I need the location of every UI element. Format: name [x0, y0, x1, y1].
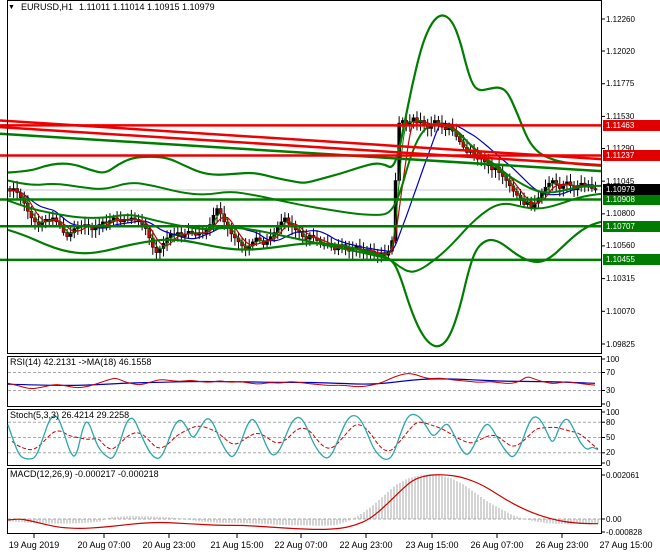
trading-chart-window: ▼ EURUSD,H1 1.11011 1.11014 1.10915 1.10… [0, 0, 660, 560]
time-tick-label: 20 Aug 07:00 [77, 540, 131, 550]
macd-panel-label: MACD(12,26,9) -0.000217 -0.000218 [10, 469, 159, 479]
time-tick-label: 26 Aug 07:00 [470, 540, 524, 550]
price-axis[interactable]: 1.12260 1.12020 1.11775 1.11530 1.11290 1.110… [602, 0, 660, 560]
macd-scale-label: 0.002061 [606, 470, 640, 480]
support-price-badge: 1.10455 [603, 254, 660, 266]
panel-borders [7, 0, 602, 534]
price-tick-label: 1.12260 [606, 14, 635, 24]
axis-ticks [33, 18, 605, 538]
macd-scale-label: 0.00 [606, 514, 622, 524]
time-tick-label: 26 Aug 23:00 [535, 540, 589, 550]
price-tick-label: 1.11775 [606, 79, 635, 89]
time-tick-label: 22 Aug 23:00 [339, 540, 393, 550]
stoch-scale-label: 50 [606, 433, 615, 442]
time-tick-label: 22 Aug 07:00 [274, 540, 328, 550]
price-tick-label: 1.10070 [606, 306, 635, 316]
macd-layer [7, 474, 601, 531]
stoch-scale-label: 80 [606, 417, 615, 427]
time-tick-label: 23 Aug 15:00 [405, 540, 459, 550]
bollinger-bands-layer [7, 14, 602, 348]
stoch-scale-label: 100 [606, 407, 620, 417]
time-axis[interactable]: 19 Aug 2019 20 Aug 07:00 20 Aug 23:00 21 Au… [0, 534, 660, 560]
price-tick-label: 1.12020 [606, 46, 635, 56]
current-price-badge: 1.10979 [603, 184, 660, 196]
resistance-price-badge: 1.11463 [603, 119, 660, 131]
rsi-scale-label: 70 [606, 368, 615, 377]
chart-marker-icon: ▼ [8, 3, 15, 11]
chart-title: ▼ EURUSD,H1 1.11011 1.11014 1.10915 1.10… [8, 2, 215, 12]
stoch-scale-label: 0 [606, 458, 611, 468]
stoch-scale-label: 20 [606, 448, 615, 458]
time-tick-label: 20 Aug 23:00 [142, 540, 196, 550]
rsi-panel-label: RSI(14) 42.2131 ->MA(18) 46.1558 [10, 357, 152, 367]
time-tick-label: 21 Aug 15:00 [210, 540, 264, 550]
support-price-badge: 1.10908 [603, 193, 660, 205]
rsi-scale-label: 100 [606, 354, 620, 364]
stoch-panel-label: Stoch(5,3,3) 26.4214 29.2258 [10, 410, 130, 420]
time-tick-label: 19 Aug 2019 [8, 540, 60, 550]
chart-symbol-timeframe: EURUSD,H1 [20, 2, 73, 12]
price-tick-label: 1.10560 [606, 241, 635, 251]
macd-scale-label: -0.000828 [606, 527, 643, 537]
support-price-badge: 1.10707 [603, 220, 660, 232]
trendlines-layer [0, 119, 602, 173]
price-tick-label: 1.09825 [606, 339, 635, 349]
rsi-scale-label: 30 [606, 386, 615, 395]
chart-ohlc-values: 1.11011 1.11014 1.10915 1.10979 [78, 2, 215, 12]
stochastic-layer [7, 413, 601, 461]
price-tick-label: 1.10800 [606, 209, 635, 219]
price-tick-label: 1.10315 [606, 274, 635, 284]
rsi-layer [7, 372, 601, 391]
resistance-price-badge: 1.11237 [603, 150, 660, 162]
